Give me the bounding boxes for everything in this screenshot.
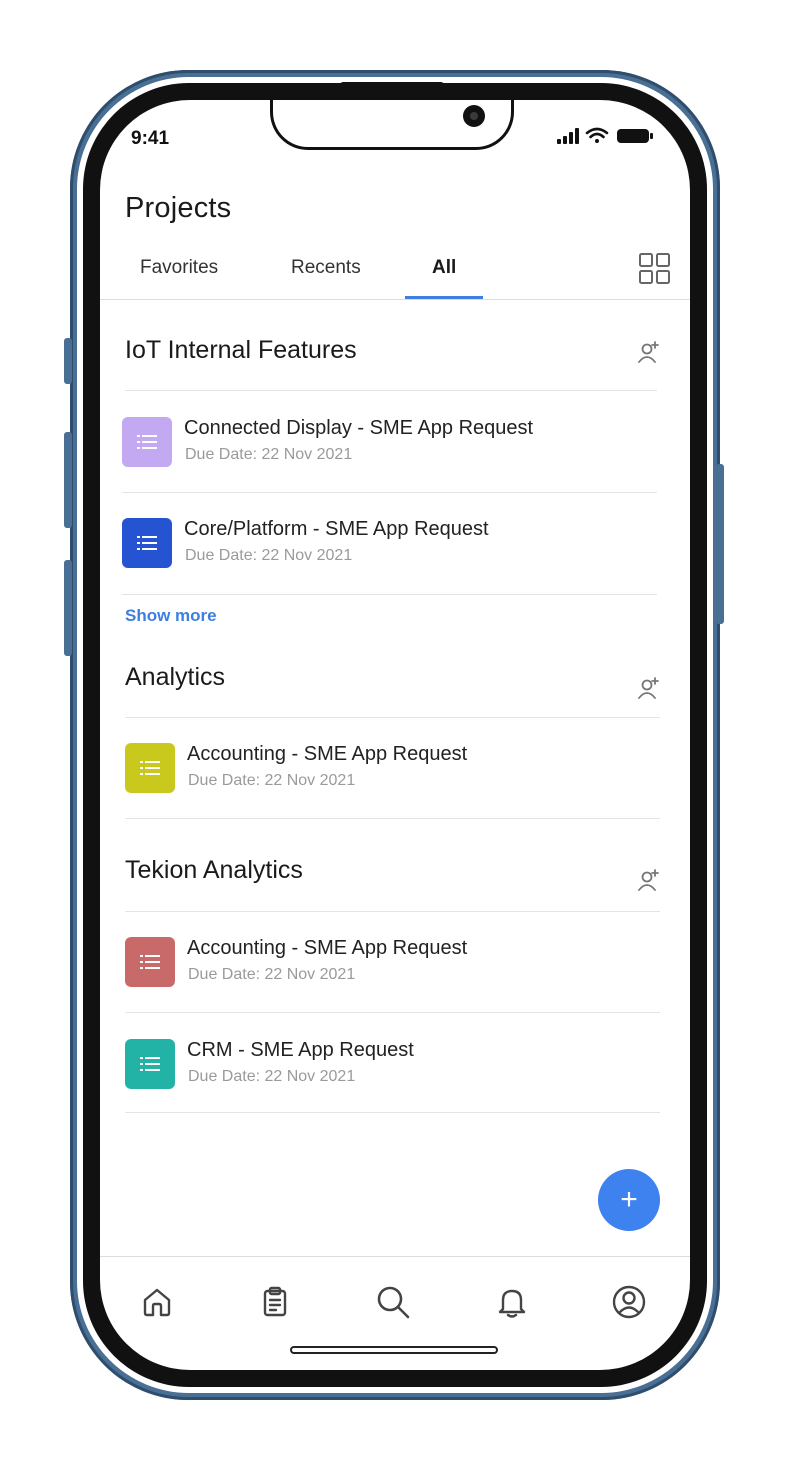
project-name: Connected Display - SME App Request: [184, 417, 534, 439]
page-title: Projects: [125, 192, 232, 224]
show-more-link[interactable]: Show more: [125, 606, 217, 626]
nav-search[interactable]: [373, 1282, 413, 1322]
volume-up-button: [64, 432, 72, 528]
nav-profile[interactable]: [609, 1282, 649, 1322]
bottom-nav-divider: [100, 1256, 690, 1257]
speaker-grille: [340, 82, 444, 88]
plus-icon: +: [620, 1183, 638, 1216]
tab-all[interactable]: All: [432, 257, 456, 279]
project-name: Core/Platform - SME App Request: [184, 518, 489, 540]
nav-notifications[interactable]: [492, 1282, 532, 1322]
item-divider: [122, 492, 657, 493]
project-name: Accounting - SME App Request: [187, 937, 468, 959]
nav-home[interactable]: [137, 1282, 177, 1322]
section-divider: [125, 717, 660, 718]
section-divider: [125, 911, 660, 912]
clipboard-icon: [263, 1286, 287, 1317]
tab-recents[interactable]: Recents: [291, 257, 361, 279]
grid-view-icon[interactable]: [638, 252, 672, 286]
add-member-icon[interactable]: [637, 676, 661, 700]
section-title: Analytics: [125, 663, 226, 691]
front-camera: [463, 105, 485, 127]
item-divider: [122, 594, 657, 595]
project-list-icon: [125, 937, 175, 987]
status-time: 9:41: [131, 128, 170, 149]
tab-favorites[interactable]: Favorites: [140, 257, 218, 279]
add-member-icon[interactable]: [637, 340, 661, 364]
profile-icon: [612, 1285, 646, 1319]
section-title: IoT Internal Features: [125, 336, 357, 364]
project-due-date: Due Date: 22 Nov 2021: [188, 966, 356, 983]
project-due-date: Due Date: 22 Nov 2021: [185, 446, 353, 463]
bell-icon: [498, 1289, 526, 1318]
list-item[interactable]: Accounting - SME App Request Due Date: 2…: [125, 743, 665, 813]
project-name: Accounting - SME App Request: [187, 743, 468, 765]
project-due-date: Due Date: 22 Nov 2021: [188, 1068, 356, 1085]
home-icon: [143, 1288, 171, 1317]
volume-down-button: [64, 560, 72, 656]
list-item[interactable]: Connected Display - SME App Request Due …: [122, 417, 662, 487]
list-item[interactable]: Accounting - SME App Request Due Date: 2…: [125, 937, 665, 1007]
project-name: CRM - SME App Request: [187, 1039, 414, 1061]
app-screen: 9:41 Projects Favorites Recents All IoT …: [100, 100, 690, 1370]
project-due-date: Due Date: 22 Nov 2021: [185, 547, 353, 564]
item-divider: [125, 1012, 660, 1013]
project-list-icon: [125, 1039, 175, 1089]
mute-switch: [64, 338, 72, 384]
tab-bar-divider: [100, 299, 690, 300]
section-title: Tekion Analytics: [125, 856, 303, 884]
power-button: [716, 464, 724, 624]
wifi-icon: [585, 127, 609, 143]
home-indicator: [290, 1346, 498, 1354]
nav-projects[interactable]: [255, 1282, 295, 1322]
project-list-icon: [125, 743, 175, 793]
section-divider: [125, 390, 657, 391]
item-divider: [125, 818, 660, 819]
add-project-button[interactable]: +: [598, 1169, 660, 1231]
project-list-icon: [122, 518, 172, 568]
item-divider: [125, 1112, 660, 1113]
notch: [270, 100, 514, 150]
status-icons: [557, 126, 667, 146]
list-item[interactable]: Core/Platform - SME App Request Due Date…: [122, 518, 662, 588]
add-member-icon[interactable]: [637, 868, 661, 892]
battery-icon: [617, 129, 653, 143]
search-icon: [377, 1286, 410, 1319]
cellular-signal-icon: [557, 128, 579, 144]
list-item[interactable]: CRM - SME App Request Due Date: 22 Nov 2…: [125, 1039, 665, 1109]
project-due-date: Due Date: 22 Nov 2021: [188, 772, 356, 789]
tab-bar: Favorites Recents All: [100, 240, 690, 300]
project-list-icon: [122, 417, 172, 467]
